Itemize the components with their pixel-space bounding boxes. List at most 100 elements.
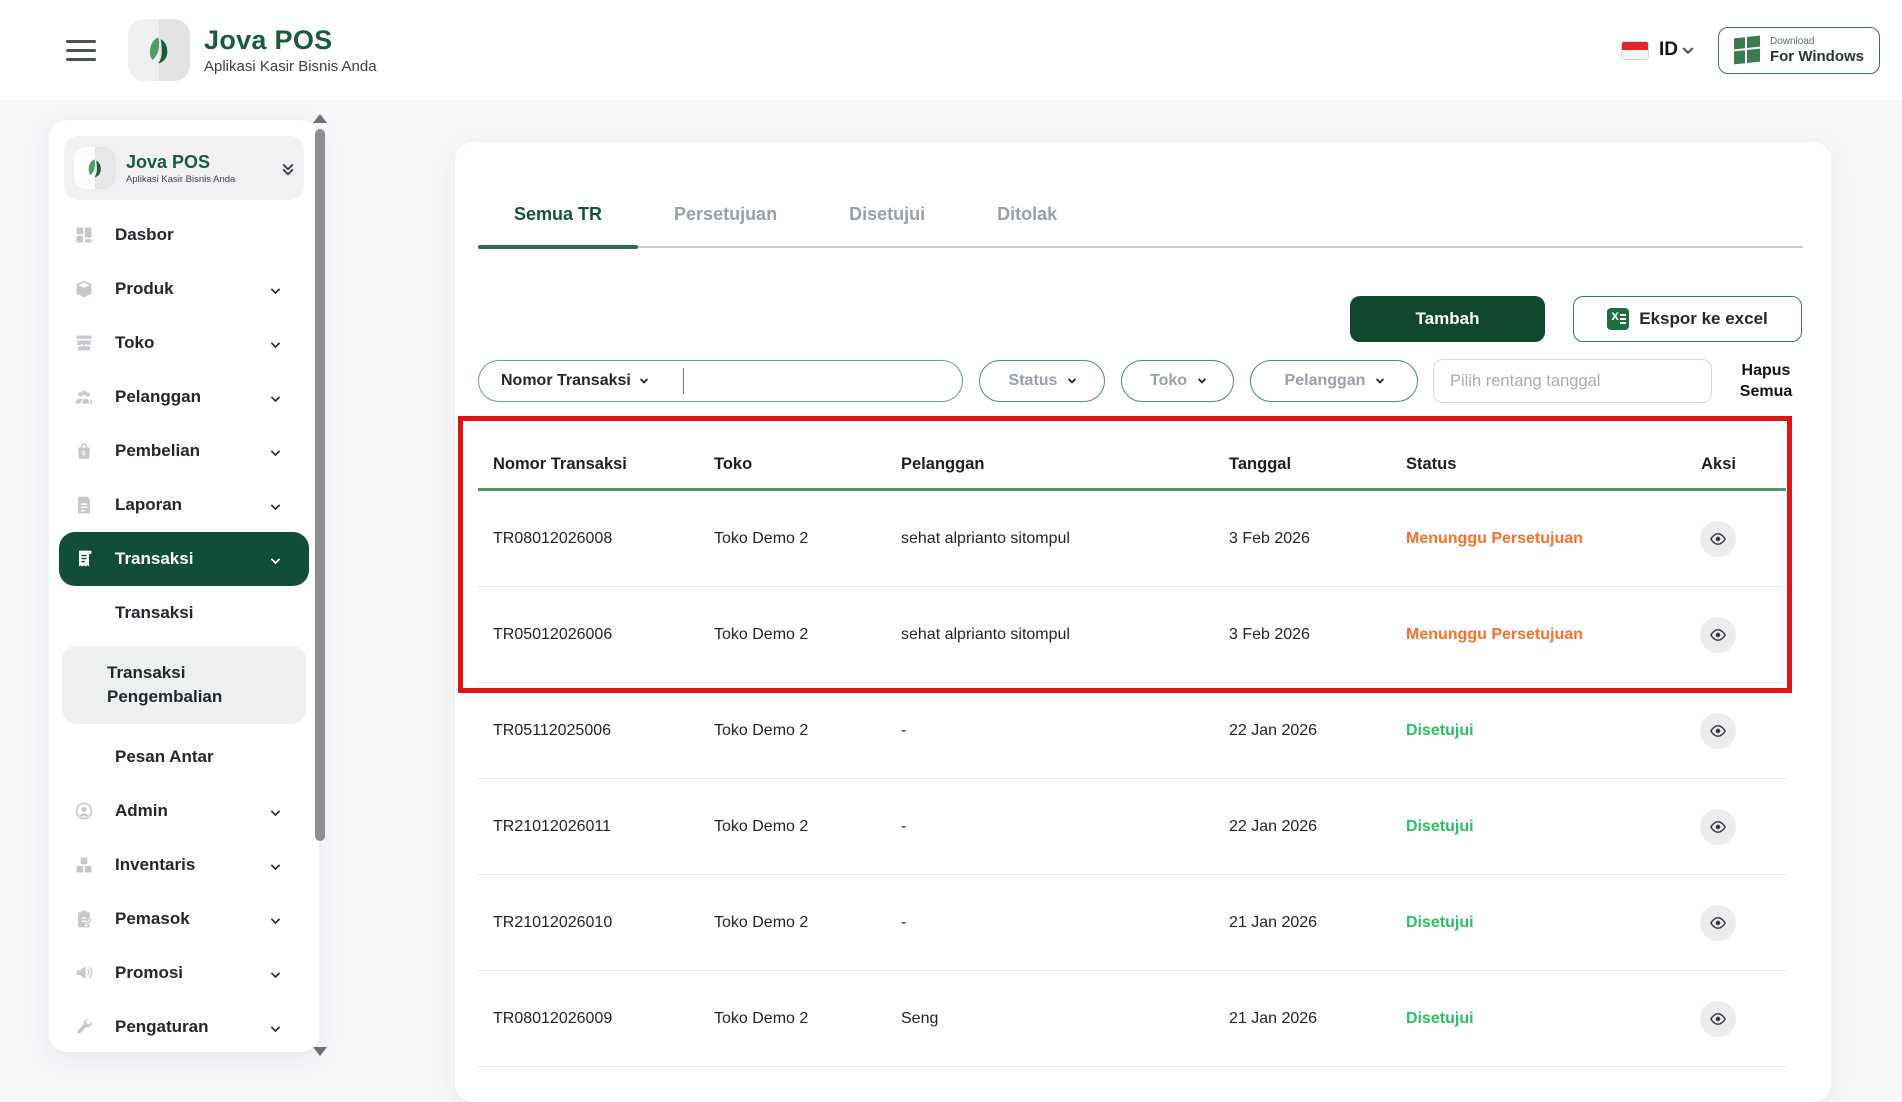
chevron-down-icon [270,446,281,456]
chevron-down-icon [1376,375,1385,384]
store-filter-dropdown[interactable]: Toko [1121,360,1234,402]
search-input[interactable] [684,361,948,401]
column-header-aksi: Aksi [1701,455,1736,473]
cell-nomor: TR08012026008 [493,529,613,547]
scroll-up-arrow-icon[interactable] [313,114,327,123]
chevron-down-icon [270,1022,281,1032]
sidebar-item-admin[interactable]: Admin [49,784,319,838]
view-detail-button[interactable] [1700,616,1736,653]
chevron-down-icon [270,914,281,924]
sidebar-subitem-pesan-antar[interactable]: Pesan Antar [49,730,319,784]
cell-toko: Toko Demo 2 [714,721,809,739]
scroll-down-arrow-icon[interactable] [313,1047,327,1056]
language-selector[interactable]: ID [1659,39,1678,61]
sidebar-item-pemasok[interactable]: Pemasok [49,892,319,946]
chevron-down-icon [270,860,281,870]
tab-ditolak[interactable]: Ditolak [961,202,1093,246]
chevron-down-icon [270,968,281,978]
sidebar-item-laporan[interactable]: Laporan [49,478,319,532]
sidebar-item-toko[interactable]: Toko [49,316,319,370]
status-filter-dropdown[interactable]: Status [979,360,1105,402]
eye-icon [1710,1012,1726,1025]
status-badge: Disetujui [1406,817,1474,835]
cell-pelanggan: - [901,817,907,835]
customer-filter-dropdown[interactable]: Pelanggan [1250,360,1418,402]
tab-persetujuan[interactable]: Persetujuan [638,202,813,246]
download-windows-button[interactable]: Download For Windows [1718,26,1880,74]
product-box-icon [73,278,95,300]
sidebar-item-pengaturan[interactable]: Pengaturan [49,1000,319,1054]
sidebar-item-promosi[interactable]: Promosi [49,946,319,1000]
sidebar-item-pelanggan[interactable]: Pelanggan [49,370,319,424]
table-row: TR05112025006 Toko Demo 2 - 22 Jan 2026 … [478,683,1786,779]
cell-pelanggan: - [901,913,907,931]
sidebar-scrollbar[interactable] [313,114,327,1058]
scrollbar-thumb[interactable] [315,129,325,841]
status-badge: Menunggu Persetujuan [1406,625,1583,643]
cell-tanggal: 21 Jan 2026 [1229,913,1318,931]
tab-bar: Semua TR Persetujuan Disetujui Ditolak [478,142,1803,249]
sidebar-collapse-icon[interactable] [282,159,294,176]
cell-pelanggan: - [901,721,907,739]
table-row: TR21012026011 Toko Demo 2 - 22 Jan 2026 … [478,779,1786,875]
sidebar-item-transaksi[interactable]: Transaksi [59,532,309,586]
column-header-status: Status [1406,455,1457,473]
column-header-nomor-transaksi: Nomor Transaksi [493,455,627,473]
status-badge: Disetujui [1406,1009,1474,1027]
app-brand: Jova POS Aplikasi Kasir Bisnis Anda [128,19,377,81]
top-header: Jova POS Aplikasi Kasir Bisnis Anda ID D… [0,0,1902,100]
sidebar-item-inventaris[interactable]: Inventaris [49,838,319,892]
sidebar-item-dasbor[interactable]: Dasbor [49,208,319,262]
report-document-icon [73,494,95,516]
view-detail-button[interactable] [1700,712,1736,749]
jova-pos-logo-icon [74,147,116,189]
cell-tanggal: 22 Jan 2026 [1229,817,1318,835]
eye-icon [1710,820,1726,833]
chevron-down-icon [1197,375,1207,384]
filter-row: Nomor Transaksi Status Toko Pelanggan Ha… [478,359,1831,403]
clear-all-filters-button[interactable]: Hapus Semua [1729,360,1803,402]
store-icon [73,332,95,354]
cell-toko: Toko Demo 2 [714,529,809,547]
tab-disetujui[interactable]: Disetujui [813,202,961,246]
view-detail-button[interactable] [1700,520,1736,557]
cell-toko: Toko Demo 2 [714,913,809,931]
cell-nomor: TR21012026011 [493,817,612,835]
status-badge: Disetujui [1406,721,1474,739]
column-header-tanggal: Tanggal [1229,455,1292,473]
cell-tanggal: 3 Feb 2026 [1229,625,1310,643]
search-field-dropdown[interactable]: Nomor Transaksi [501,372,649,390]
admin-user-icon [73,800,95,822]
view-detail-button[interactable] [1700,904,1736,941]
sidebar-item-pembelian[interactable]: $ Pembelian [49,424,319,478]
column-header-pelanggan: Pelanggan [901,455,985,473]
tab-semua-tr[interactable]: Semua TR [478,202,639,249]
cell-pelanggan: sehat alprianto sitompul [901,625,1070,643]
chevron-down-icon [270,554,281,564]
eye-icon [1710,916,1726,929]
column-header-toko: Toko [714,455,753,473]
megaphone-icon [73,962,95,984]
cell-pelanggan: sehat alprianto sitompul [901,529,1070,547]
windows-logo-icon [1733,35,1760,65]
tambah-button[interactable]: Tambah [1350,296,1545,342]
language-chevron-down-icon[interactable] [1682,42,1694,55]
sidebar-subitem-transaksi[interactable]: Transaksi [49,586,319,640]
table-header-row: Nomor Transaksi Toko Pelanggan Tanggal S… [478,441,1786,491]
purchase-bag-icon: $ [73,440,95,462]
view-detail-button[interactable] [1700,808,1736,845]
cell-nomor: TR05112025006 [493,721,612,739]
sidebar-subitem-transaksi-pengembalian[interactable]: Transaksi Pengembalian [62,646,306,724]
dashboard-icon [73,224,95,246]
cell-tanggal: 3 Feb 2026 [1229,529,1310,547]
view-detail-button[interactable] [1700,1000,1736,1037]
indonesia-flag-icon [1621,40,1649,60]
date-range-input[interactable] [1433,359,1712,403]
chevron-down-icon [270,338,281,348]
eye-icon [1710,628,1726,641]
export-excel-button[interactable]: Ekspor ke excel [1573,296,1802,342]
hamburger-menu-icon[interactable] [66,34,96,67]
cell-tanggal: 21 Jan 2026 [1229,1009,1318,1027]
svg-text:$: $ [82,451,86,458]
sidebar-item-produk[interactable]: Produk [49,262,319,316]
